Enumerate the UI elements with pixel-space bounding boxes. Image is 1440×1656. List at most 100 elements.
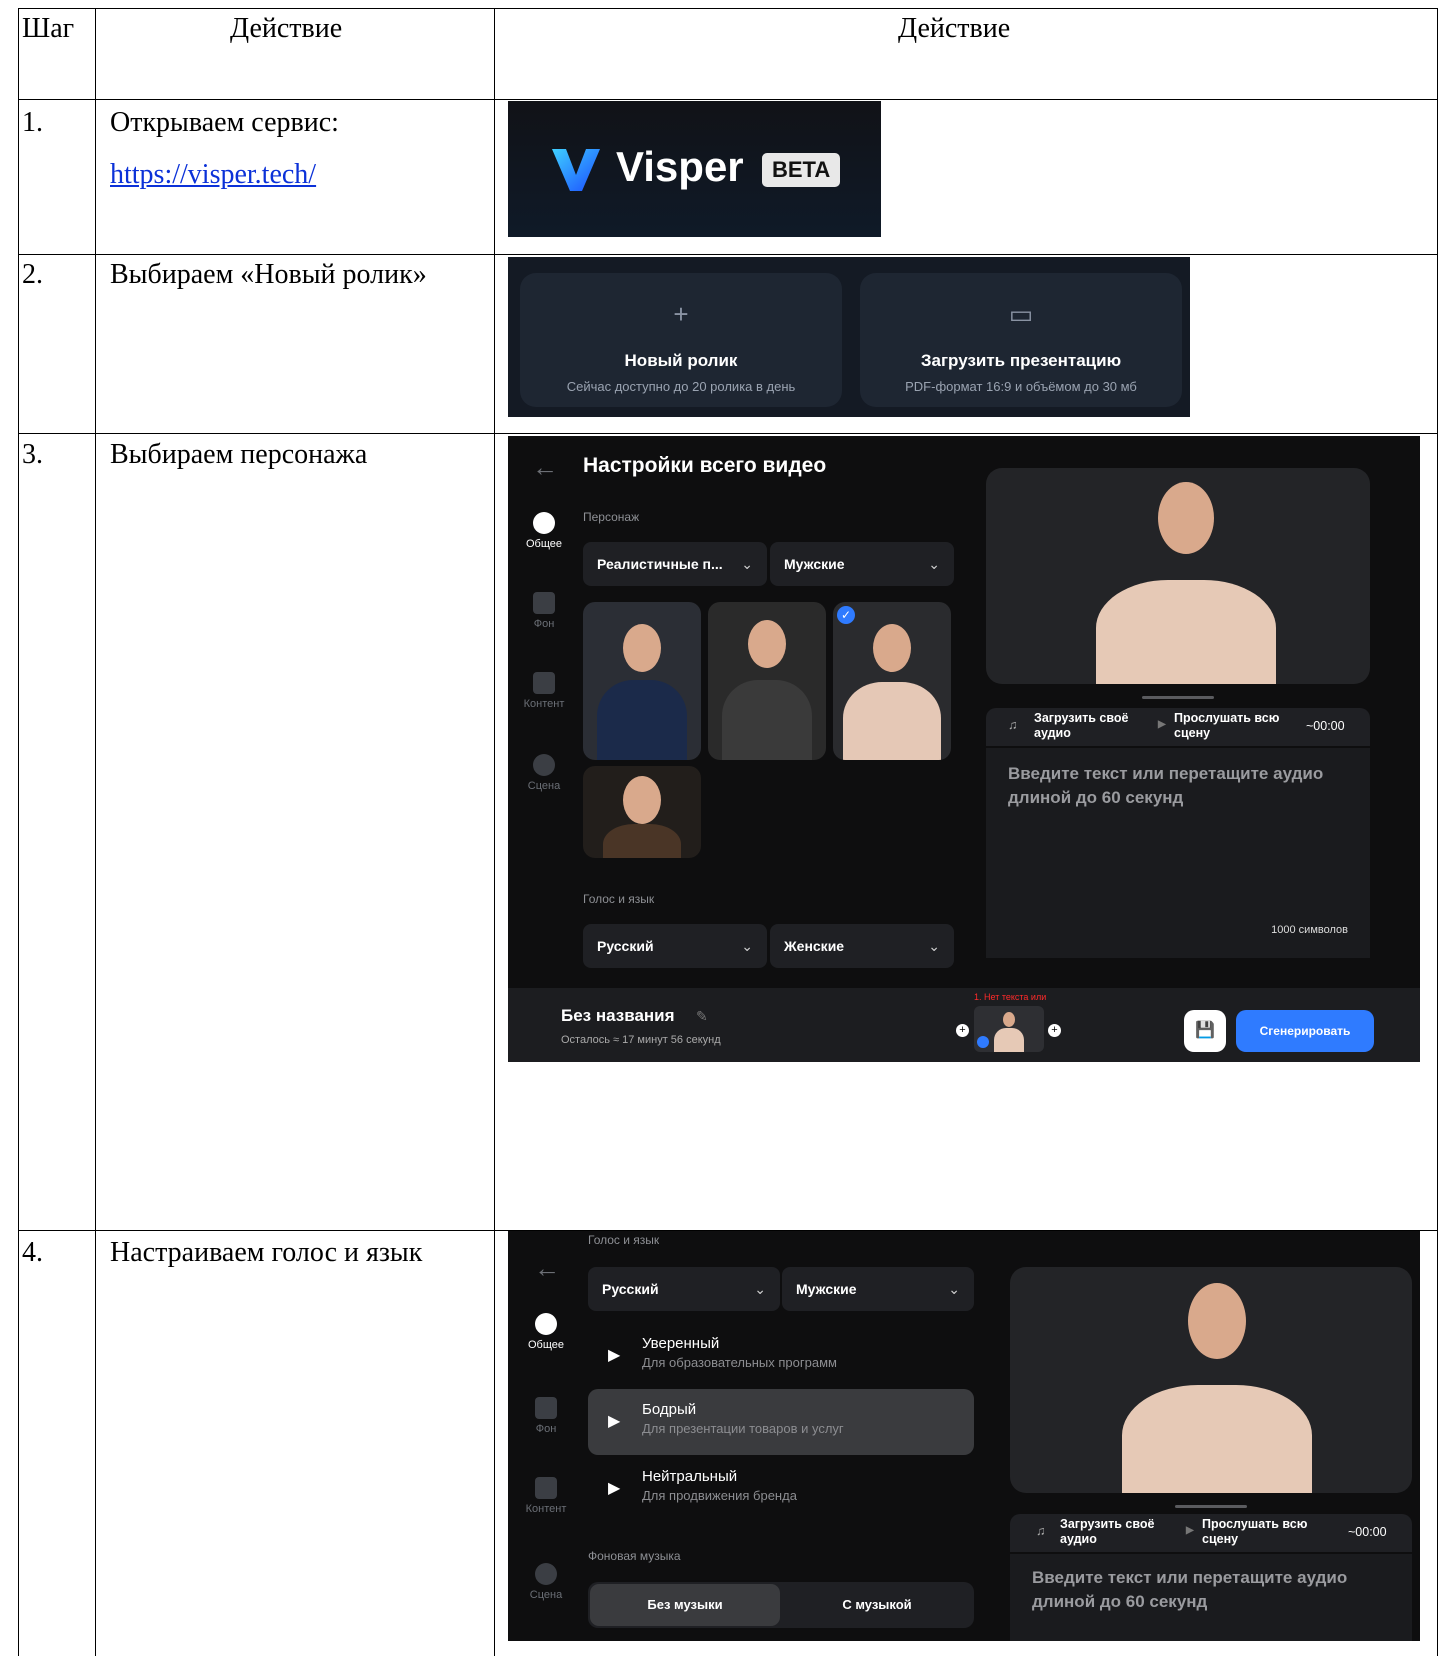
- voice-language-dropdown[interactable]: Русский ⌄: [583, 924, 767, 968]
- remaining-time: Осталось ≈ 17 минут 56 секунд: [561, 1034, 721, 1046]
- table-border-row2: [18, 254, 1438, 255]
- voice-gender-dropdown[interactable]: Женские ⌄: [770, 924, 954, 968]
- scene-warning: 1. Нет текста или: [974, 992, 1047, 1002]
- no-music-option[interactable]: Без музыки: [590, 1584, 780, 1626]
- drag-handle[interactable]: [1142, 696, 1214, 699]
- step-action: Открываем сервис:: [110, 107, 339, 138]
- header-action: Действие: [230, 13, 343, 44]
- chevron-down-icon: ⌄: [754, 1281, 766, 1297]
- sidebar-item-content[interactable]: Контент: [510, 1477, 582, 1515]
- char-limit: 1000 символов: [1271, 924, 1348, 936]
- upload-audio-button[interactable]: Загрузить своё аудио: [1060, 1517, 1170, 1547]
- step-action: Настраиваем голос и язык: [110, 1237, 423, 1268]
- card-title: Новый ролик: [624, 351, 738, 370]
- check-icon: ✓: [837, 606, 855, 624]
- voice-option[interactable]: ▶ Уверенный Для образовательных программ: [588, 1323, 974, 1389]
- chevron-down-icon: ⌄: [741, 938, 753, 954]
- character-type-dropdown[interactable]: Реалистичные п... ⌄: [583, 542, 767, 586]
- sidebar-item-general[interactable]: Общее: [510, 1313, 582, 1351]
- back-arrow-icon[interactable]: ←: [532, 452, 558, 483]
- avatar-card[interactable]: [583, 766, 701, 858]
- avatar-card-selected[interactable]: ✓: [833, 602, 951, 760]
- avatar-card[interactable]: [583, 602, 701, 760]
- image-icon: [533, 672, 555, 694]
- pencil-icon[interactable]: ✎: [696, 1008, 708, 1025]
- listen-scene-button[interactable]: Прослушать всю сцену: [1174, 711, 1294, 741]
- header-action-image: Действие: [898, 13, 1011, 44]
- new-video-card[interactable]: + Новый ролик Сейчас доступно до 20 роли…: [520, 273, 842, 407]
- table-border-left: [18, 8, 19, 1656]
- new-video-screenshot: + Новый ролик Сейчас доступно до 20 роли…: [508, 257, 1190, 417]
- table-border-col2: [494, 8, 495, 1656]
- drag-handle[interactable]: [1175, 1505, 1247, 1508]
- duration: ~00:00: [1348, 1525, 1387, 1539]
- chevron-down-icon: ⌄: [928, 556, 940, 572]
- character-settings-screenshot: ← Настройки всего видео Общее Фон Контен…: [508, 436, 1420, 1062]
- add-scene-after-icon[interactable]: +: [1048, 1024, 1061, 1037]
- script-textarea[interactable]: Введите текст или перетащите аудио длино…: [1010, 1554, 1412, 1641]
- listen-scene-button[interactable]: Прослушать всю сцену: [1202, 1517, 1322, 1547]
- step-number: 3.: [22, 439, 43, 470]
- sidebar-item-background[interactable]: Фон: [508, 592, 580, 630]
- generate-button[interactable]: Сгенерировать: [1236, 1010, 1374, 1052]
- check-icon: [977, 1036, 989, 1048]
- sidebar-item-scene[interactable]: Сцена: [508, 754, 580, 792]
- sidebar-item-scene[interactable]: Сцена: [510, 1563, 582, 1601]
- card-subtitle: Сейчас доступно до 20 ролика в день: [566, 379, 796, 394]
- chevron-down-icon: ⌄: [948, 1281, 960, 1297]
- monitor-icon: ▭: [1008, 299, 1034, 329]
- voice-gender-dropdown[interactable]: Мужские ⌄: [782, 1267, 974, 1311]
- with-music-option[interactable]: С музыкой: [782, 1584, 972, 1626]
- play-icon[interactable]: ▶: [608, 1411, 620, 1431]
- character-gender-dropdown[interactable]: Мужские ⌄: [770, 542, 954, 586]
- brand-name: Visper: [616, 143, 744, 190]
- audio-toolbar: ♫ Загрузить своё аудио ▶ Прослушать всю …: [986, 708, 1370, 746]
- music-note-icon: ♫: [1036, 1524, 1046, 1538]
- play-icon[interactable]: ▶: [608, 1478, 620, 1498]
- scene-thumbnail[interactable]: [974, 1006, 1044, 1052]
- settings-title: Настройки всего видео: [583, 454, 827, 477]
- project-name[interactable]: Без названия: [561, 1006, 675, 1026]
- step-action: Выбираем «Новый ролик»: [110, 259, 427, 290]
- step-action: Выбираем персонажа: [110, 439, 368, 470]
- gear-icon: [533, 512, 555, 534]
- audio-toolbar: ♫ Загрузить своё аудио ▶ Прослушать всю …: [1010, 1514, 1412, 1552]
- step-number: 2.: [22, 259, 43, 290]
- play-icon[interactable]: ▶: [608, 1345, 620, 1365]
- gear-icon: [535, 1313, 557, 1335]
- beta-badge: BETA: [762, 153, 841, 187]
- sidebar-item-background[interactable]: Фон: [510, 1397, 582, 1435]
- visper-logo-screenshot: Visper BETA: [508, 101, 881, 237]
- scene-icon: [535, 1563, 557, 1585]
- script-textarea[interactable]: Введите текст или перетащите аудио длино…: [986, 748, 1370, 958]
- card-title: Загрузить презентацию: [920, 351, 1122, 370]
- add-scene-before-icon[interactable]: +: [956, 1024, 969, 1037]
- step-number: 4.: [22, 1237, 43, 1268]
- chevron-down-icon: ⌄: [928, 938, 940, 954]
- duration: ~00:00: [1306, 719, 1345, 733]
- upload-presentation-card[interactable]: ▭ Загрузить презентацию PDF-формат 16:9 …: [860, 273, 1182, 407]
- table-border-top: [18, 8, 1438, 9]
- upload-audio-button[interactable]: Загрузить своё аудио: [1034, 711, 1144, 741]
- music-note-icon: ♫: [1008, 718, 1018, 732]
- image-icon: [535, 1477, 557, 1499]
- character-label: Персонаж: [583, 510, 640, 524]
- sidebar-item-content[interactable]: Контент: [508, 672, 580, 710]
- voice-option[interactable]: ▶ Нейтральный Для продвижения бренда: [588, 1456, 974, 1522]
- save-button[interactable]: 💾: [1184, 1010, 1226, 1052]
- table-border-row3: [18, 433, 1438, 434]
- sidebar-item-general[interactable]: Общее: [508, 512, 580, 550]
- background-icon: [533, 592, 555, 614]
- visper-logo-icon: [552, 149, 600, 191]
- step-number: 1.: [22, 107, 43, 138]
- music-label: Фоновая музыка: [588, 1549, 681, 1563]
- voice-language-dropdown[interactable]: Русский ⌄: [588, 1267, 780, 1311]
- avatar-preview: [1010, 1267, 1412, 1493]
- service-link[interactable]: https://visper.tech/: [110, 158, 316, 192]
- voice-option-selected[interactable]: ▶ Бодрый Для презентации товаров и услуг: [588, 1389, 974, 1455]
- chevron-down-icon: ⌄: [741, 556, 753, 572]
- play-icon: ▶: [1158, 719, 1166, 730]
- avatar-card[interactable]: [708, 602, 826, 760]
- table-border-col1: [95, 8, 96, 1656]
- back-arrow-icon[interactable]: ←: [534, 1253, 560, 1284]
